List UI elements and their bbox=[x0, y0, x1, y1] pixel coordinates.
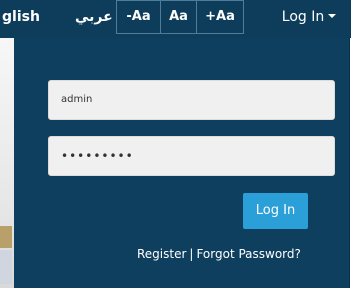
caret-down-icon bbox=[328, 14, 337, 18]
language-arabic-link[interactable]: عربي bbox=[75, 0, 113, 38]
background-image-fragment bbox=[0, 250, 12, 284]
language-english-link[interactable]: glish bbox=[0, 0, 40, 38]
register-link[interactable]: Register bbox=[137, 247, 186, 261]
font-increase-button[interactable]: +Aa bbox=[197, 0, 244, 34]
font-size-controls: -Aa Aa +Aa bbox=[116, 0, 244, 36]
password-input[interactable]: ••••••••• bbox=[48, 136, 335, 176]
link-separator: | bbox=[189, 247, 194, 261]
login-dropdown-toggle[interactable]: Log In bbox=[269, 0, 349, 38]
background-image-fragment bbox=[0, 226, 12, 248]
login-dropdown-panel: admin ••••••••• Log In Register | Forgot P… bbox=[14, 38, 349, 288]
account-links: Register | Forgot Password? bbox=[137, 247, 301, 261]
font-normal-button[interactable]: Aa bbox=[161, 0, 197, 34]
username-input[interactable]: admin bbox=[48, 80, 335, 120]
login-toggle-label: Log In bbox=[281, 9, 325, 25]
top-navigation-bar: glish عربي -Aa Aa +Aa Log In bbox=[0, 0, 351, 38]
background-page-strip bbox=[0, 38, 14, 288]
forgot-password-link[interactable]: Forgot Password? bbox=[196, 247, 300, 261]
font-decrease-button[interactable]: -Aa bbox=[116, 0, 161, 34]
login-submit-button[interactable]: Log In bbox=[243, 193, 308, 229]
